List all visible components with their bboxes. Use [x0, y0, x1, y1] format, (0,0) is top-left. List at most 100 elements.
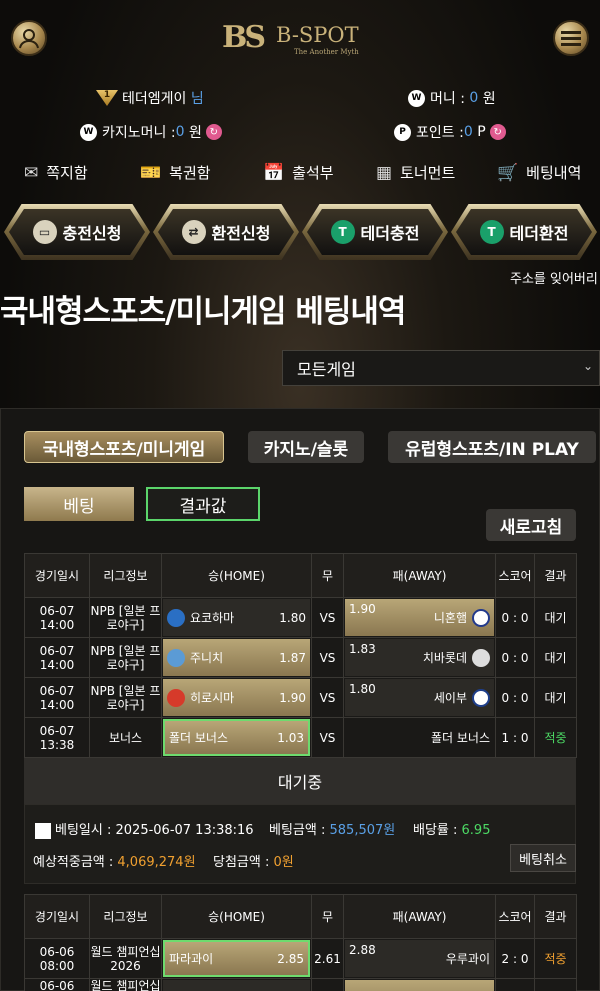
match-datetime: 06-07 14:00	[24, 637, 90, 678]
site-logo[interactable]: BS B-SPOT The Another Myth	[222, 20, 382, 60]
notice-marquee: 주소를 잊어버리	[510, 272, 598, 287]
bet-slip-table: 경기일시 리그정보 승(HOME) 무 패(AWAY) 스코어 결과 06-06…	[24, 894, 577, 991]
money-value: 0	[469, 90, 479, 106]
table-row: 06-07 14:00 NPB [일본 프 로야구] 히로시마 1.90 VS 1.8…	[24, 677, 577, 718]
refresh-icon[interactable]: ↻	[205, 124, 222, 140]
user-name-row: 1 테더엠게이 님	[96, 88, 204, 108]
won-coin-icon: W	[408, 89, 425, 107]
home-team-cell[interactable]: 히로시마 1.90	[161, 677, 312, 718]
bet-summary: 베팅일시 : 2025-06-07 13:38:16 베팅금액 : 585,50…	[24, 804, 576, 884]
refresh-button[interactable]: 새로고침	[486, 509, 576, 541]
logo-mark: BS	[222, 20, 266, 55]
match-datetime: 06-07 14:00	[24, 677, 90, 718]
game-filter-value: 모든게임	[297, 360, 356, 379]
score: 0 : 0	[495, 637, 535, 678]
money-unit: 원	[482, 91, 496, 107]
home-team-cell[interactable]: 파라과이 2.85	[161, 938, 312, 979]
table-header-row: 경기일시 리그정보 승(HOME) 무 패(AWAY) 스코어 결과	[24, 553, 577, 598]
expected-row: 예상적중금액 : 4,069,274원	[33, 855, 196, 870]
header-score: 스코어	[495, 894, 535, 939]
away-team-cell[interactable]: 1.90 니혼햄	[343, 597, 496, 638]
header-result: 결과	[534, 553, 577, 598]
table-row: 06-07 13:38 보너스 폴더 보너스 1.03 VS 폴더 보너스 1 : …	[24, 717, 577, 758]
draw-cell	[311, 978, 344, 991]
subtab-bets[interactable]: 베팅	[24, 487, 134, 521]
hamburger-icon[interactable]	[553, 20, 589, 56]
honorific: 님	[190, 91, 204, 107]
draw-cell: 2.61	[311, 938, 344, 979]
match-datetime: 06-06	[24, 978, 90, 991]
away-team-cell[interactable]: 1.83 치바롯데	[343, 637, 496, 678]
tether-withdraw-button[interactable]: T 테더환전	[451, 204, 597, 260]
slip-status: 대기중	[24, 758, 576, 804]
result: 적중	[534, 938, 577, 979]
league-info: NPB [일본 프 로야구]	[89, 597, 162, 638]
header: BS B-SPOT The Another Myth	[0, 0, 600, 80]
cancel-bet-button[interactable]: 베팅취소	[510, 844, 576, 872]
deposit-request-button[interactable]: ▭ 충전신청	[4, 204, 150, 260]
point-coin-icon: P	[394, 123, 411, 141]
quick-nav: ✉ 쪽지함 🎫 복권함 📅 출석부 ▦ 토너먼트 🛒 베팅내역	[0, 162, 600, 188]
header-home: 승(HOME)	[161, 553, 312, 598]
chevron-down-icon: ⌄	[582, 359, 593, 373]
team-logo-icon	[167, 648, 185, 667]
nav-bet-history[interactable]: 🛒 베팅내역	[497, 162, 581, 183]
level-badge-icon: 1	[96, 90, 118, 106]
header-league: 리그정보	[89, 553, 162, 598]
withdraw-request-button[interactable]: ⇄ 환전신청	[153, 204, 299, 260]
refresh-icon[interactable]: ↻	[489, 124, 506, 140]
team-logo-icon	[472, 608, 490, 627]
team-logo-icon	[167, 608, 185, 627]
ticket-icon: 🎫	[140, 162, 162, 183]
score: 1 : 0	[495, 717, 535, 758]
score: 0 : 0	[495, 597, 535, 638]
tether-deposit-button[interactable]: T 테더충전	[302, 204, 448, 260]
home-team-cell[interactable]: 요코하마 1.80	[161, 597, 312, 638]
money-row: W 머니 : 0 원	[408, 88, 496, 108]
home-team-cell[interactable]	[161, 978, 312, 991]
away-team-cell[interactable]: 2.88 우루과이	[343, 938, 496, 979]
bet-time-row: 베팅일시 : 2025-06-07 13:38:16	[35, 819, 254, 839]
away-team-cell[interactable]	[343, 978, 496, 991]
nav-lottery[interactable]: 🎫 복권함	[140, 162, 211, 183]
away-team-cell[interactable]: 폴더 보너스	[343, 717, 496, 758]
bet-slip-table: 경기일시 리그정보 승(HOME) 무 패(AWAY) 스코어 결과 06-07…	[24, 553, 577, 758]
tab-casino-slot[interactable]: 카지노/슬롯	[248, 431, 364, 463]
game-filter-select[interactable]: 모든게임 ⌄	[282, 350, 600, 386]
result	[534, 978, 577, 991]
score	[495, 978, 535, 991]
casino-money-label: 카지노머니 :	[102, 125, 176, 141]
select-checkbox[interactable]	[35, 822, 51, 839]
expected-win: 4,069,274원	[117, 855, 196, 870]
draw-cell: VS	[311, 717, 344, 758]
home-team-cell[interactable]: 주니치 1.87	[161, 637, 312, 678]
table-row: 06-07 14:00 NPB [일본 프 로야구] 요코하마 1.80 VS 1.9…	[24, 597, 577, 638]
match-datetime: 06-07 14:00	[24, 597, 90, 638]
away-team-cell[interactable]: 1.80 세이부	[343, 677, 496, 718]
team-logo-icon	[472, 648, 490, 667]
team-logo-icon	[472, 688, 490, 707]
result: 대기	[534, 597, 577, 638]
casino-money-row: W 카지노머니 : 0 원 ↻	[80, 122, 222, 142]
nav-messages[interactable]: ✉ 쪽지함	[24, 162, 88, 183]
league-info: NPB [일본 프 로야구]	[89, 677, 162, 718]
subtab-results[interactable]: 결과값	[146, 487, 260, 521]
tournament-icon: ▦	[376, 162, 393, 183]
header-score: 스코어	[495, 553, 535, 598]
result: 대기	[534, 677, 577, 718]
win-row: 당첨금액 : 0원	[213, 855, 294, 870]
tab-domestic-sports[interactable]: 국내형스포츠/미니게임	[24, 431, 224, 463]
tab-euro-sports[interactable]: 유럽형스포츠/IN PLAY	[388, 431, 596, 463]
header-draw: 무	[311, 894, 344, 939]
user-icon[interactable]	[11, 20, 47, 56]
bet-time: 2025-06-07 13:38:16	[115, 823, 254, 838]
match-datetime: 06-07 13:38	[24, 717, 90, 758]
nav-tournament[interactable]: ▦ 토너먼트	[376, 162, 455, 183]
nav-attendance[interactable]: 📅 출석부	[263, 162, 334, 183]
point-value: 0	[463, 124, 473, 140]
wallet-icon: ▭	[32, 220, 57, 244]
match-datetime: 06-06 08:00	[24, 938, 90, 979]
home-team-cell[interactable]: 폴더 보너스 1.03	[161, 717, 312, 758]
league-info: 월드 챔피언십	[89, 978, 162, 991]
mail-icon: ✉	[24, 162, 39, 183]
